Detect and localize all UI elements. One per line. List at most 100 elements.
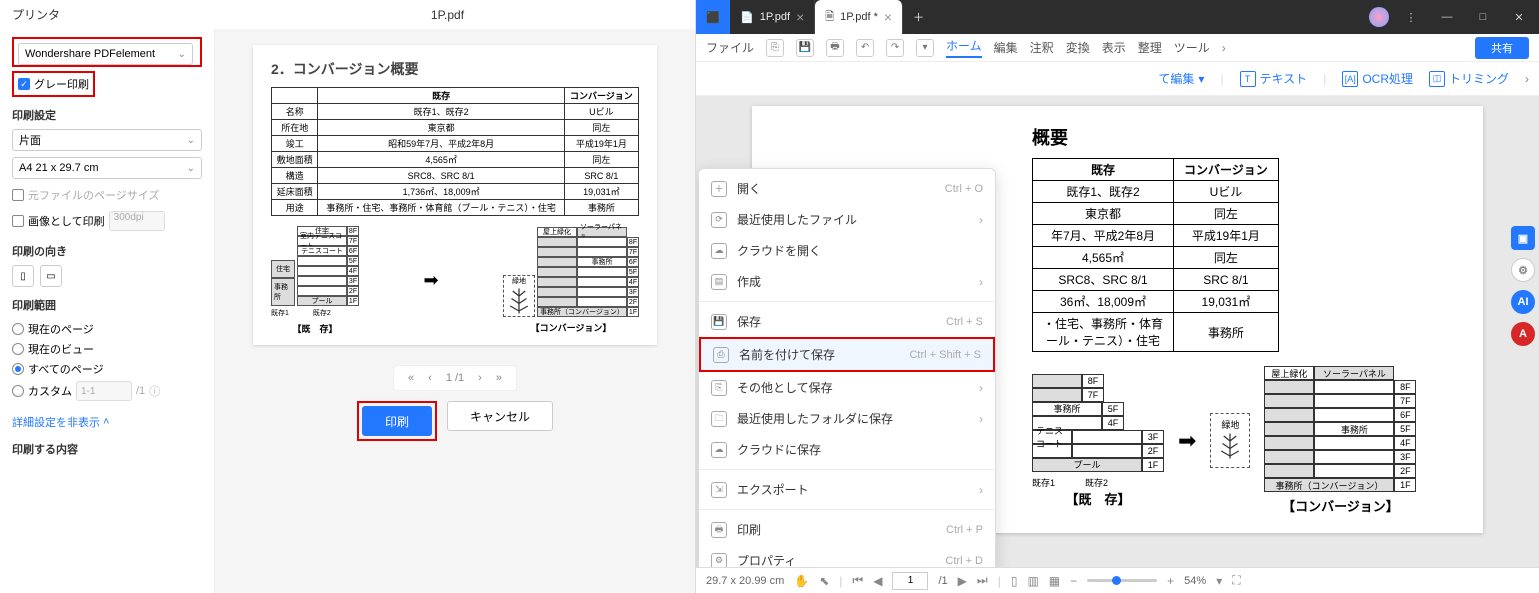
menu-properties[interactable]: ⚙プロパティCtrl + D (699, 545, 995, 567)
tool-text[interactable]: Tテキスト (1240, 70, 1308, 87)
view-facing-icon[interactable]: ▦ (1049, 574, 1060, 588)
chevron-right-icon[interactable]: › (1525, 72, 1529, 86)
custom-range-input[interactable] (76, 381, 132, 401)
range-current-page[interactable]: 現在のページ (12, 319, 202, 339)
orientation-landscape[interactable]: ▭ (40, 265, 62, 287)
page-prev-icon[interactable]: ◀ (873, 574, 882, 588)
pager-first[interactable]: « (408, 372, 414, 384)
menu-create[interactable]: ▤作成› (699, 266, 995, 297)
print-title: プリンタ (12, 6, 212, 23)
quick-undo-icon[interactable]: ↶ (856, 39, 874, 57)
pager-next[interactable]: › (478, 372, 482, 384)
menu-icon[interactable]: ⋮ (1397, 11, 1425, 24)
pager-last[interactable]: » (496, 372, 502, 384)
print-as-image-checkbox[interactable]: 画像として印刷 300dpi (12, 209, 202, 233)
range-all-pages[interactable]: すべてのページ (12, 359, 202, 379)
tab-2[interactable]: 🗎1P.pdf *× (815, 0, 903, 34)
tool-ocr[interactable]: [A]OCR処理 (1342, 70, 1413, 87)
fullscreen-icon[interactable]: ⛶ (1232, 573, 1240, 588)
info-icon: ⓘ (149, 383, 160, 399)
tool-trim[interactable]: ◫トリミング (1429, 70, 1509, 87)
view-continuous-icon[interactable]: ▥ (1027, 574, 1038, 588)
advanced-toggle[interactable]: 詳細設定を非表示 ˄ (12, 414, 109, 430)
page-first-icon[interactable]: ⏮ (852, 573, 863, 588)
menu-print[interactable]: 🖶印刷Ctrl + P (699, 514, 995, 545)
select-tool-icon[interactable]: ⬉ (819, 574, 829, 588)
chevron-right-icon[interactable]: › (1222, 41, 1226, 55)
save-icon: 💾 (711, 314, 727, 330)
close-icon[interactable]: × (884, 9, 892, 25)
settings-float-icon[interactable]: ⚙ (1511, 258, 1535, 282)
tab-1[interactable]: 📄1P.pdf× (730, 0, 815, 34)
dpi-input[interactable]: 300dpi (109, 211, 165, 231)
menubar: ファイル ⎘ 💾 🖶 ↶ ↷ ▾ ホーム 編集 注釈 変換 表示 整理 ツール … (696, 34, 1539, 62)
menu-organize[interactable]: 整理 (1138, 39, 1162, 56)
quick-more-icon[interactable]: ▾ (916, 39, 934, 57)
quick-save-icon[interactable]: 💾 (796, 39, 814, 57)
zoom-in-icon[interactable]: + (1167, 574, 1174, 588)
printer-select[interactable]: Wondershare PDFelement (18, 43, 193, 65)
save-other-icon: ⎘ (711, 380, 727, 396)
file-icon: 📄 (740, 11, 754, 24)
doc-diagram: 8F 7F 事務所5F 4F テニスコート3F 2F プール1F 既存1既存2 … (1032, 366, 1423, 515)
menu-convert[interactable]: 変換 (1066, 39, 1090, 56)
avatar-icon[interactable] (1369, 7, 1389, 27)
menu-annot[interactable]: 注釈 (1030, 39, 1054, 56)
chevron-right-icon: › (979, 381, 983, 395)
chevron-down-icon[interactable]: ▾ (1216, 574, 1222, 588)
menu-recent-files[interactable]: ⟳最近使用したファイル› (699, 204, 995, 235)
range-custom[interactable]: カスタム /1 ⓘ (12, 379, 202, 403)
cloud-icon: ☁ (711, 243, 727, 259)
orientation-portrait[interactable]: ▯ (12, 265, 34, 287)
open-icon: ＋ (711, 181, 727, 197)
menu-save-as[interactable]: ⎙名前を付けて保存Ctrl + Shift + S (701, 339, 993, 370)
view-single-icon[interactable]: ▯ (1011, 574, 1018, 588)
annotation-float-icon[interactable]: A (1511, 322, 1535, 346)
tool-edit[interactable]: て編集▾ (1158, 70, 1204, 87)
minimize-icon[interactable]: — (1433, 11, 1461, 23)
quick-redo-icon[interactable]: ↷ (886, 39, 904, 57)
zoom-out-icon[interactable]: − (1070, 574, 1077, 588)
range-current-view[interactable]: 現在のビュー (12, 339, 202, 359)
maximize-icon[interactable]: □ (1469, 11, 1497, 23)
close-icon[interactable]: × (796, 9, 804, 25)
menu-open[interactable]: ＋開くCtrl + O (699, 173, 995, 204)
share-button[interactable]: 共有 (1475, 37, 1529, 59)
menu-save[interactable]: 💾保存Ctrl + S (699, 306, 995, 337)
menu-save-other[interactable]: ⎘その他として保存› (699, 372, 995, 403)
cancel-button[interactable]: キャンセル (447, 401, 553, 431)
grayscale-checkbox[interactable]: ✓ グレー印刷 (18, 74, 89, 94)
menu-export[interactable]: ⇲エクスポート› (699, 474, 995, 505)
tab-add[interactable]: ＋ (903, 0, 934, 34)
quick-open-icon[interactable]: ⎘ (766, 39, 784, 57)
selection-mode-icon[interactable]: ▣ (1511, 226, 1535, 250)
menu-cloud-open[interactable]: ☁クラウドを開く (699, 235, 995, 266)
page-next-icon[interactable]: ▶ (958, 574, 967, 588)
menu-cloud-save[interactable]: ☁クラウドに保存 (699, 434, 995, 465)
page-last-icon[interactable]: ⏭ (977, 573, 988, 588)
menu-recent-folder[interactable]: 🗀最近使用したフォルダに保存› (699, 403, 995, 434)
quick-print-icon[interactable]: 🖶 (826, 39, 844, 57)
close-window-icon[interactable]: ✕ (1505, 11, 1533, 24)
zoom-slider[interactable] (1087, 579, 1157, 582)
menu-tools[interactable]: ツール (1174, 39, 1210, 56)
paper-size-select[interactable]: A4 21 x 29.7 cm (12, 157, 202, 179)
pager-indicator: 1 /1 (446, 372, 464, 384)
original-size-checkbox[interactable]: 元ファイルのページサイズ (12, 185, 202, 205)
page-number-input[interactable] (892, 572, 928, 590)
pager-prev[interactable]: ‹ (428, 372, 432, 384)
ai-icon[interactable]: AI (1511, 290, 1535, 314)
menu-home[interactable]: ホーム (946, 37, 982, 58)
cloud-icon: ☁ (711, 442, 727, 458)
hand-tool-icon[interactable]: ✋ (794, 574, 809, 588)
menu-edit[interactable]: 編集 (994, 39, 1018, 56)
chevron-right-icon: › (979, 412, 983, 426)
menu-file[interactable]: ファイル (706, 39, 754, 56)
print-titlebar: プリンタ 1P.pdf (0, 0, 695, 29)
menu-view[interactable]: 表示 (1102, 39, 1126, 56)
range-label: 印刷範囲 (12, 297, 202, 313)
duplex-select[interactable]: 片面 (12, 129, 202, 151)
app-window: ⬛ 📄1P.pdf× 🗎1P.pdf *× ＋ ⋮ — □ ✕ ファイル ⎘ 💾… (696, 0, 1539, 593)
print-icon: 🖶 (711, 522, 727, 538)
print-button[interactable]: 印刷 (362, 406, 432, 436)
